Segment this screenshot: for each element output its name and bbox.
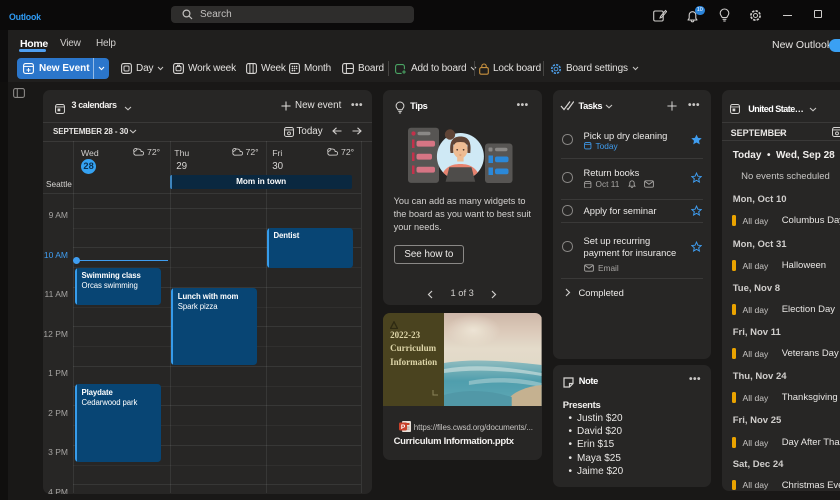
svg-text:P: P — [400, 424, 405, 431]
